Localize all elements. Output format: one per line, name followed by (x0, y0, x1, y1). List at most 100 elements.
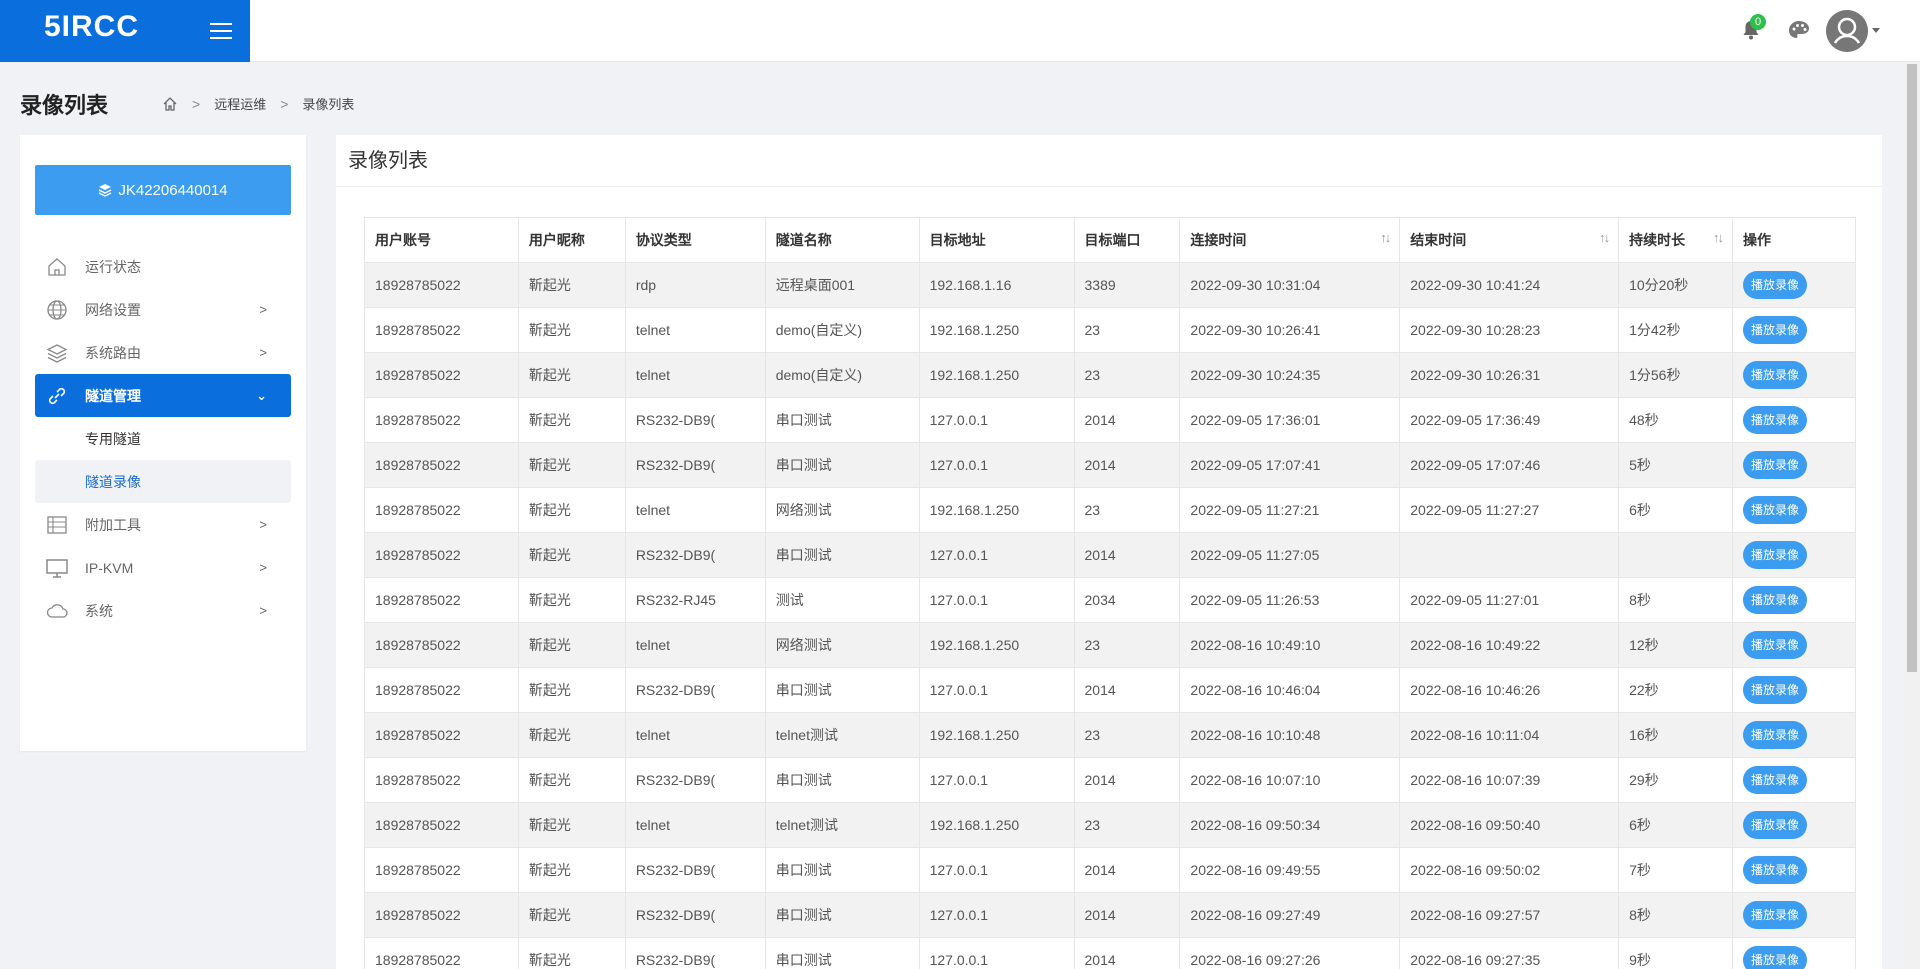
cell-user-account: 18928785022 (364, 397, 519, 443)
cell-user-account: 18928785022 (364, 802, 519, 848)
cell-end-time: 2022-08-16 10:46:26 (1399, 667, 1620, 713)
device-button[interactable]: JK42206440014 (35, 165, 291, 215)
cell-protocol: telnet (624, 307, 766, 353)
sort-icon[interactable]: ↑↓ (1713, 230, 1724, 245)
table-row: 18928785022 靳起光 telnet telnet测试 192.168.1.25… (364, 802, 1856, 848)
cell-connect-time: 2022-09-05 11:27:05 (1179, 532, 1401, 578)
sidebar-item-ipkvm[interactable]: IP-KVM > (35, 546, 291, 589)
cell-duration: 10分20秒 (1618, 262, 1734, 308)
cell-protocol: telnet (624, 712, 766, 758)
col-user-account: 用户账号 (364, 217, 519, 263)
cell-target-address: 127.0.0.1 (918, 442, 1075, 488)
sort-icon[interactable]: ↑↓ (1380, 230, 1391, 245)
cell-protocol: telnet (624, 622, 766, 668)
chevron-right-icon: > (259, 603, 267, 618)
chevron-right-icon: > (259, 302, 267, 317)
cell-target-address: 127.0.0.1 (918, 892, 1075, 938)
cell-user-account: 18928785022 (364, 577, 519, 623)
play-recording-button[interactable]: 播放录像 (1743, 856, 1808, 884)
sidebar-item-tunnel[interactable]: 隧道管理 ⌄ (35, 374, 291, 417)
play-recording-button[interactable]: 播放录像 (1743, 631, 1808, 659)
user-menu-caret-icon[interactable] (1872, 28, 1880, 33)
sort-icon[interactable]: ↑↓ (1599, 230, 1610, 245)
cell-end-time: 2022-09-30 10:28:23 (1399, 307, 1620, 353)
cell-connect-time: 2022-08-16 09:27:49 (1179, 892, 1401, 938)
cell-target-address: 127.0.0.1 (918, 532, 1075, 578)
cell-target-address: 127.0.0.1 (918, 847, 1075, 893)
sidebar: JK42206440014 运行状态 网络设置 > 系统路由 > 隧道管理 ⌄ … (20, 135, 306, 751)
cell-target-port: 23 (1073, 352, 1181, 398)
cell-user-nickname: 靳起光 (517, 487, 626, 533)
play-recording-button[interactable]: 播放录像 (1743, 811, 1808, 839)
play-recording-button[interactable]: 播放录像 (1743, 316, 1808, 344)
col-connect-time[interactable]: 连接时间 ↑↓ (1179, 217, 1401, 263)
cell-protocol: RS232-DB9( (624, 442, 766, 488)
cell-connect-time: 2022-08-16 10:07:10 (1179, 757, 1401, 803)
cell-action: 播放录像 (1732, 802, 1856, 848)
breadcrumb-item[interactable]: 远程运维 (214, 94, 266, 113)
col-duration[interactable]: 持续时长 ↑↓ (1618, 217, 1734, 263)
cell-end-time: 2022-08-16 09:50:02 (1399, 847, 1620, 893)
play-recording-button[interactable]: 播放录像 (1743, 946, 1808, 969)
cell-target-port: 2014 (1073, 757, 1181, 803)
chevron-down-icon: ⌄ (256, 388, 267, 403)
play-recording-button[interactable]: 播放录像 (1743, 271, 1808, 299)
sidebar-item-routing[interactable]: 系统路由 > (35, 331, 291, 374)
play-recording-button[interactable]: 播放录像 (1743, 541, 1808, 569)
top-header: 5IRCC 0 (0, 0, 1920, 62)
cell-action: 播放录像 (1732, 532, 1856, 578)
page-scrollbar[interactable] (1904, 62, 1920, 969)
chevron-right-icon: > (259, 517, 267, 532)
scrollbar-thumb[interactable] (1907, 64, 1917, 672)
cell-connect-time: 2022-08-16 10:49:10 (1179, 622, 1401, 668)
cell-action: 播放录像 (1732, 622, 1856, 668)
play-recording-button[interactable]: 播放录像 (1743, 496, 1808, 524)
cell-tunnel-name: 串口测试 (764, 532, 920, 578)
col-connect-time-label: 连接时间 (1190, 232, 1247, 248)
table-row: 18928785022 靳起光 RS232-DB9(串口测试 127.0.0.1 201… (364, 937, 1856, 969)
col-end-time[interactable]: 结束时间 ↑↓ (1399, 217, 1620, 263)
sidebar-item-system[interactable]: 系统 > (35, 589, 291, 632)
cell-tunnel-name: 测试 (764, 577, 920, 623)
cell-target-address: 192.168.1.250 (918, 352, 1075, 398)
play-recording-button[interactable]: 播放录像 (1743, 361, 1808, 389)
play-recording-button[interactable]: 播放录像 (1743, 901, 1808, 929)
cell-user-account: 18928785022 (364, 352, 519, 398)
cell-tunnel-name: 网络测试 (764, 487, 920, 533)
play-recording-button[interactable]: 播放录像 (1743, 451, 1808, 479)
sidebar-item-network[interactable]: 网络设置 > (35, 288, 291, 331)
cell-user-account: 18928785022 (364, 757, 519, 803)
home-icon[interactable] (162, 96, 178, 112)
cell-tunnel-name: telnet测试 (764, 712, 920, 758)
play-recording-button[interactable]: 播放录像 (1743, 766, 1808, 794)
table-row: 18928785022 靳起光 telnet demo(自定义) 192.168.1.2… (364, 352, 1856, 398)
cell-user-account: 18928785022 (364, 307, 519, 353)
cell-target-port: 2034 (1073, 577, 1181, 623)
cell-duration: 6秒 (1618, 487, 1734, 533)
cell-user-nickname: 靳起光 (517, 352, 626, 398)
sidebar-item-status[interactable]: 运行状态 (35, 245, 291, 288)
cell-action: 播放录像 (1732, 262, 1856, 308)
cell-duration: 29秒 (1618, 757, 1734, 803)
cell-action: 播放录像 (1732, 577, 1856, 623)
play-recording-button[interactable]: 播放录像 (1743, 586, 1808, 614)
col-action: 操作 (1732, 217, 1856, 263)
cell-target-port: 2014 (1073, 397, 1181, 443)
menu-toggle-icon[interactable] (208, 18, 234, 44)
play-recording-button[interactable]: 播放录像 (1743, 406, 1808, 434)
cell-user-nickname: 靳起光 (517, 802, 626, 848)
sidebar-subitem-tunnel-recording[interactable]: 隧道录像 (35, 460, 291, 503)
table-row: 18928785022 靳起光 RS232-DB9(串口测试 127.0.0.1 201… (364, 442, 1856, 488)
cell-target-port: 2014 (1073, 937, 1181, 969)
sidebar-subitem-dedicated-tunnel[interactable]: 专用隧道 (35, 417, 291, 460)
play-recording-button[interactable]: 播放录像 (1743, 721, 1808, 749)
cell-action: 播放录像 (1732, 937, 1856, 969)
sidebar-item-tools[interactable]: 附加工具 > (35, 503, 291, 546)
cell-tunnel-name: 串口测试 (764, 937, 920, 969)
cell-user-nickname: 靳起光 (517, 397, 626, 443)
user-avatar[interactable] (1826, 10, 1868, 52)
palette-icon[interactable] (1788, 20, 1810, 42)
play-recording-button[interactable]: 播放录像 (1743, 676, 1808, 704)
cell-connect-time: 2022-09-05 17:36:01 (1179, 397, 1401, 443)
cell-target-port: 23 (1073, 487, 1181, 533)
